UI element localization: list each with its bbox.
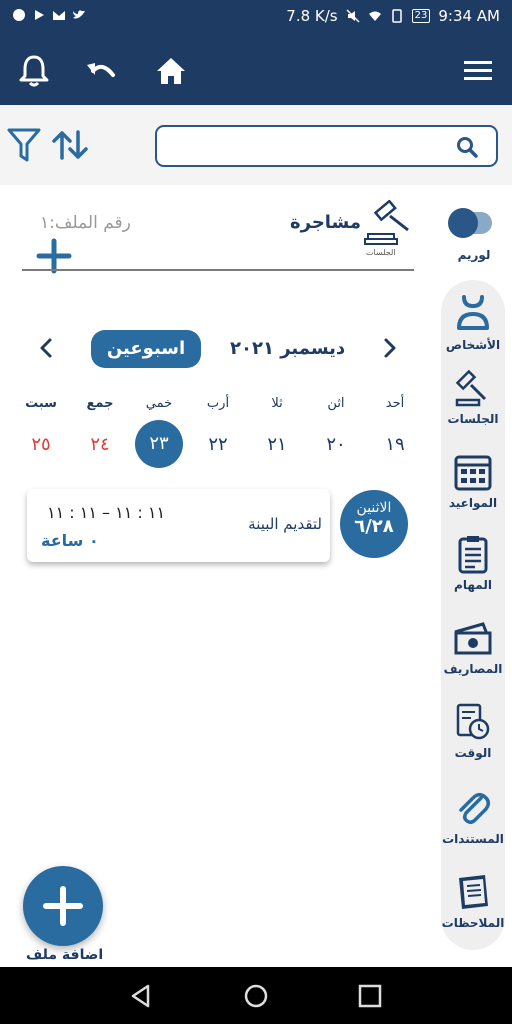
sidebar-item-notes[interactable]: الملاحظات [441,872,505,930]
undo-icon [87,63,115,77]
mail-icon [53,11,65,20]
menu-button[interactable] [461,54,495,88]
day-23-selected[interactable]: ٢٣ [135,420,183,468]
sidebar-item-expenses[interactable]: المصاريف [441,618,505,676]
event-card[interactable]: ١١ : ١١ – ١١ : ١١ ٠ ساعة لتقديم البينة [27,489,330,562]
day-25[interactable]: ٢٥ [18,422,64,468]
menu-icon [464,61,492,80]
sidebar-item-documents[interactable]: المستندات [441,788,505,846]
side-nav: الأشخاص الجلسات المواعيد المهام المصاريف… [441,280,505,950]
gavel-icon [364,200,409,245]
file-number: رقم الملف:١ [40,213,131,233]
undo-button[interactable] [85,54,119,88]
sidebar-item-time[interactable]: الوقت [441,702,505,760]
whatsapp-icon [13,9,25,21]
bell-icon [19,55,49,87]
calendar-icon [454,455,492,491]
home-icon [157,58,185,84]
sidebar-item-label: الوقت [454,746,492,760]
event-duration: ٠ ساعة [41,531,99,550]
divider [22,269,414,271]
toggle-label: لوريم [457,248,491,262]
day-21[interactable]: ٢١ [254,422,300,468]
day-19[interactable]: ١٩ [372,422,418,468]
filter-icon[interactable] [7,127,41,163]
status-bar: 7.8 K/s 23 9:34 AM [0,0,512,34]
sidebar-item-label: المستندات [442,832,504,846]
day-24[interactable]: ٢٤ [77,422,123,468]
clock: 9:34 AM [438,7,500,25]
chevron-right-icon[interactable] [378,336,402,360]
calendar-month: ديسمبر ٢٠٢١ [230,338,346,359]
money-icon [454,622,492,655]
day-name-wed: أرب [206,396,230,411]
sidebar-item-label: المواعيد [448,496,498,510]
view-toggle[interactable]: لوريم [444,206,500,266]
home-button[interactable] [154,54,188,88]
case-icon-label: الجلسات [366,248,396,257]
sidebar-item-tasks[interactable]: المهام [441,534,505,592]
clipboard-icon [458,536,488,574]
plus-icon [43,886,83,926]
home-nav-icon[interactable] [243,983,269,1009]
recents-icon[interactable] [357,983,383,1009]
search-icon[interactable] [456,136,478,158]
chevron-left-icon[interactable] [34,336,58,360]
day-name-sun: أحد [385,396,405,411]
sidebar-item-persons[interactable]: الأشخاص [441,294,505,352]
system-nav-bar [0,967,512,1024]
mute-icon [346,9,360,23]
day-name-mon: اثن [327,396,345,411]
sort-icon[interactable] [52,130,88,160]
network-speed: 7.8 K/s [286,7,338,25]
add-file-button[interactable] [23,866,103,946]
wifi-icon [368,11,381,21]
day-22[interactable]: ٢٢ [195,422,241,468]
search-box[interactable] [155,125,498,167]
vibrate-icon [391,9,402,23]
case-title[interactable]: مشاجرة [290,212,361,233]
day-name-thu: خمي [145,396,173,411]
search-row [0,105,512,185]
twitter-icon [73,10,85,19]
sidebar-item-label: الجلسات [447,412,499,426]
sidebar-item-label: المصاريف [443,662,503,676]
sidebar-item-sessions[interactable]: الجلسات [441,368,505,426]
sidebar-item-label: المهام [454,578,492,592]
day-name-fri: جمع [86,396,114,411]
event-date: ٦/٢٨ [354,516,394,537]
event-title: لتقديم البينة [248,515,322,533]
timesheet-icon [456,703,490,740]
search-input[interactable] [167,132,437,160]
battery-indicator: 23 [411,9,431,23]
app-bar [0,34,512,105]
day-name-tue: ثلا [271,396,283,411]
two-weeks-button[interactable]: اسبوعين [91,330,201,368]
toggle-knob [448,208,478,238]
notes-icon [459,875,488,909]
event-time: ١١ : ١١ – ١١ : ١١ [47,503,166,522]
add-file-label: اضافة ملف [26,947,104,963]
play-icon [35,10,44,20]
sidebar-item-label: الأشخاص [445,338,501,352]
person-icon [457,295,489,330]
day-name-sat: سبت [25,396,57,411]
system-status: 7.8 K/s 23 9:34 AM [286,7,500,25]
gavel-icon [455,369,487,407]
paperclip-icon [459,793,490,825]
back-icon[interactable] [128,983,154,1009]
sidebar-item-label: الملاحظات [441,916,505,930]
notification-icons [12,8,86,22]
event-day: الاثنين [356,500,392,516]
event-date-badge: الاثنين ٦/٢٨ [340,490,408,558]
sidebar-item-appointments[interactable]: المواعيد [441,452,505,510]
day-20[interactable]: ٢٠ [313,422,359,468]
notifications-button[interactable] [17,54,51,88]
